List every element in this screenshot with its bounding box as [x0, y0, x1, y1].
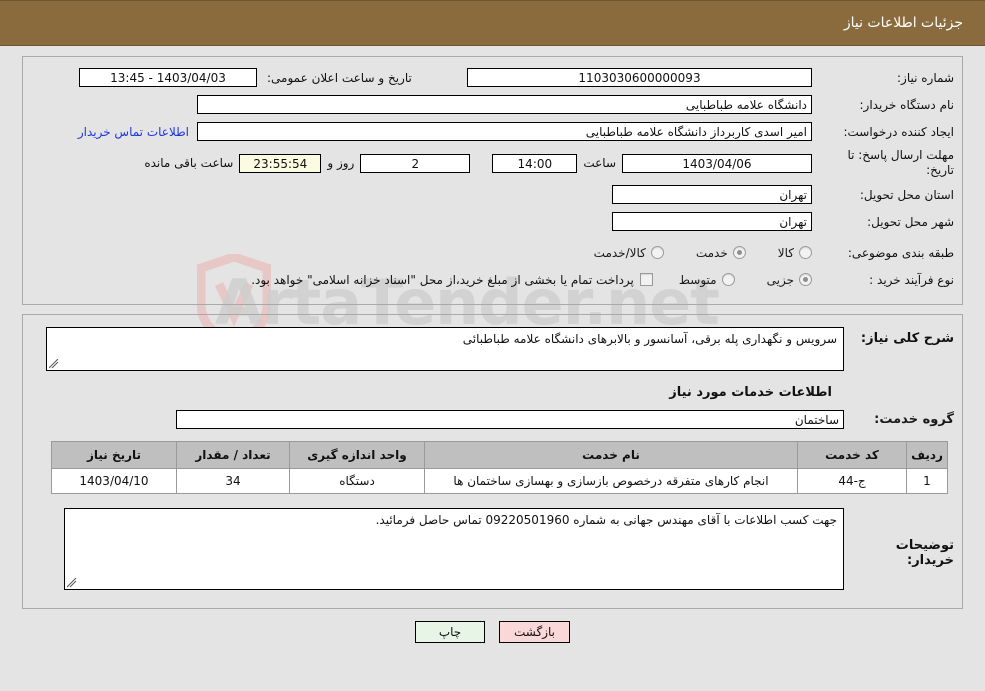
page-header: جزئیات اطلاعات نیاز	[0, 0, 985, 46]
need-description-label: شرح کلی نیاز:	[860, 331, 954, 346]
page-title: جزئیات اطلاعات نیاز	[843, 15, 963, 31]
city-label: شهر محل تحویل:	[867, 214, 954, 229]
radio-icon[interactable]	[721, 273, 735, 286]
creator-field[interactable]: امیر اسدی کاربرداز دانشگاه علامه طباطبای…	[197, 122, 812, 141]
category-option-goods[interactable]: کالا	[778, 246, 812, 260]
creator-label: ایجاد کننده درخواست:	[843, 124, 954, 139]
cell-radif: 1	[906, 468, 948, 494]
services-section-title: اطلاعات خدمات مورد نیاز	[669, 385, 832, 400]
process-option-label: متوسط	[678, 272, 717, 287]
remaining-label: ساعت باقی مانده	[144, 156, 234, 170]
print-button[interactable]: چاپ	[415, 621, 485, 643]
footer-actions: بازگشت چاپ	[0, 621, 985, 643]
deadline-date-field[interactable]: 1403/04/06	[622, 153, 812, 173]
radio-icon[interactable]	[799, 246, 812, 259]
buyer-note-label: توضیحات خریدار:	[895, 538, 954, 568]
category-option-service[interactable]: خدمت	[696, 246, 746, 260]
need-description-row: شرح کلی نیاز: سرویس و نگهداری پله برقی، …	[31, 327, 954, 371]
province-label: استان محل تحویل:	[859, 187, 954, 202]
cell-service-name: انجام کارهای متفرقه درخصوص بازسازی و بهس…	[424, 468, 798, 494]
need-number-row: شماره نیاز: 1103030600000093 تاریخ و ساع…	[31, 67, 954, 88]
column-header-service-name: نام خدمت	[424, 441, 798, 469]
treasury-bonds-label: پرداخت تمام یا بخشی از مبلغ خرید،از محل …	[251, 272, 634, 287]
table-row: 1 ج-44 انجام کارهای متفرقه درخصوص بازساز…	[51, 468, 948, 494]
radio-icon[interactable]	[650, 246, 664, 259]
cell-service-code: ج-44	[797, 468, 907, 494]
resize-grip-icon[interactable]	[49, 359, 59, 369]
service-group-label: گروه خدمت:	[874, 412, 954, 427]
buyer-note-row: توضیحات خریدار: جهت کسب اطلاعات با آقای …	[31, 508, 954, 590]
creator-row: ایجاد کننده درخواست: امیر اسدی کاربرداز …	[31, 121, 954, 142]
buyer-org-row: نام دستگاه خریدار: دانشگاه علامه طباطبای…	[31, 94, 954, 115]
buyer-note-text: جهت کسب اطلاعات با آقای مهندس جهانی به ش…	[375, 513, 837, 527]
hour-label: ساعت	[583, 156, 616, 170]
service-items-table: ردیف کد خدمت نام خدمت واحد اندازه گیری ت…	[51, 441, 948, 494]
deadline-row: مهلت ارسال پاسخ: تا تاریخ: 1403/04/06 سا…	[31, 148, 954, 178]
column-header-need-date: تاریخ نیاز	[51, 441, 177, 469]
category-option-label: خدمت	[695, 245, 728, 260]
buyer-org-label: نام دستگاه خریدار:	[859, 97, 955, 112]
resize-grip-icon[interactable]	[67, 578, 77, 588]
deadline-hour-field[interactable]: 14:00	[492, 153, 578, 173]
province-field[interactable]: تهران	[612, 185, 812, 204]
need-detail-panel: شرح کلی نیاز: سرویس و نگهداری پله برقی، …	[22, 314, 963, 609]
need-description-textarea[interactable]: سرویس و نگهداری پله برقی، آسانسور و بالا…	[46, 327, 844, 371]
buyer-note-textarea[interactable]: جهت کسب اطلاعات با آقای مهندس جهانی به ش…	[64, 508, 844, 590]
cell-unit: دستگاه	[289, 468, 425, 494]
need-info-panel: شماره نیاز: 1103030600000093 تاریخ و ساع…	[22, 56, 963, 305]
table-header-row: ردیف کد خدمت نام خدمت واحد اندازه گیری ت…	[51, 441, 948, 469]
category-radio-group: کالا خدمت کالا/خدمت	[568, 246, 812, 260]
category-option-goods-service[interactable]: کالا/خدمت	[594, 246, 664, 260]
announce-datetime-field[interactable]: 1403/04/03 - 13:45	[79, 68, 257, 87]
category-row: طبقه بندی موضوعی: کالا خدمت کالا/خدمت	[31, 242, 954, 263]
need-description-text: سرویس و نگهداری پله برقی، آسانسور و بالا…	[462, 332, 837, 346]
process-option-medium[interactable]: متوسط	[679, 273, 735, 287]
back-button[interactable]: بازگشت	[499, 621, 570, 643]
column-header-radif: ردیف	[906, 441, 948, 469]
category-option-label: کالا	[777, 245, 794, 260]
city-row: شهر محل تحویل: تهران	[31, 211, 954, 232]
remaining-days-field[interactable]: 2	[360, 153, 471, 173]
radio-icon[interactable]	[799, 273, 812, 286]
countdown-timer: 23:55:54	[239, 153, 322, 173]
need-number-field[interactable]: 1103030600000093	[467, 68, 812, 87]
treasury-bonds-checkbox[interactable]	[639, 273, 653, 286]
province-row: استان محل تحویل: تهران	[31, 184, 954, 205]
category-option-label: کالا/خدمت	[593, 245, 646, 260]
days-label: روز و	[327, 156, 355, 170]
buyer-contact-link[interactable]: اطلاعات تماس خریدار	[70, 125, 197, 139]
buyer-org-field[interactable]: دانشگاه علامه طباطبایی	[197, 95, 812, 114]
category-label: طبقه بندی موضوعی:	[847, 245, 954, 260]
process-option-minor[interactable]: جزیی	[767, 273, 812, 287]
deadline-label: مهلت ارسال پاسخ: تا تاریخ:	[847, 148, 954, 177]
radio-icon[interactable]	[732, 246, 746, 259]
process-row: نوع فرآیند خرید : جزیی متوسط پرداخت تمام…	[31, 269, 954, 290]
process-option-label: جزیی	[766, 272, 794, 287]
service-group-row: گروه خدمت: ساختمان	[31, 410, 954, 429]
cell-need-date: 1403/04/10	[51, 468, 177, 494]
process-label: نوع فرآیند خرید :	[869, 272, 954, 287]
process-radio-group: جزیی متوسط	[653, 273, 812, 287]
need-number-label: شماره نیاز:	[897, 70, 954, 85]
column-header-quantity: تعداد / مقدار	[176, 441, 290, 469]
city-field[interactable]: تهران	[612, 212, 812, 231]
service-group-field[interactable]: ساختمان	[176, 410, 844, 429]
column-header-service-code: کد خدمت	[797, 441, 907, 469]
cell-quantity: 34	[176, 468, 290, 494]
announce-label: تاریخ و ساعت اعلان عمومی:	[267, 70, 412, 85]
column-header-unit: واحد اندازه گیری	[289, 441, 425, 469]
